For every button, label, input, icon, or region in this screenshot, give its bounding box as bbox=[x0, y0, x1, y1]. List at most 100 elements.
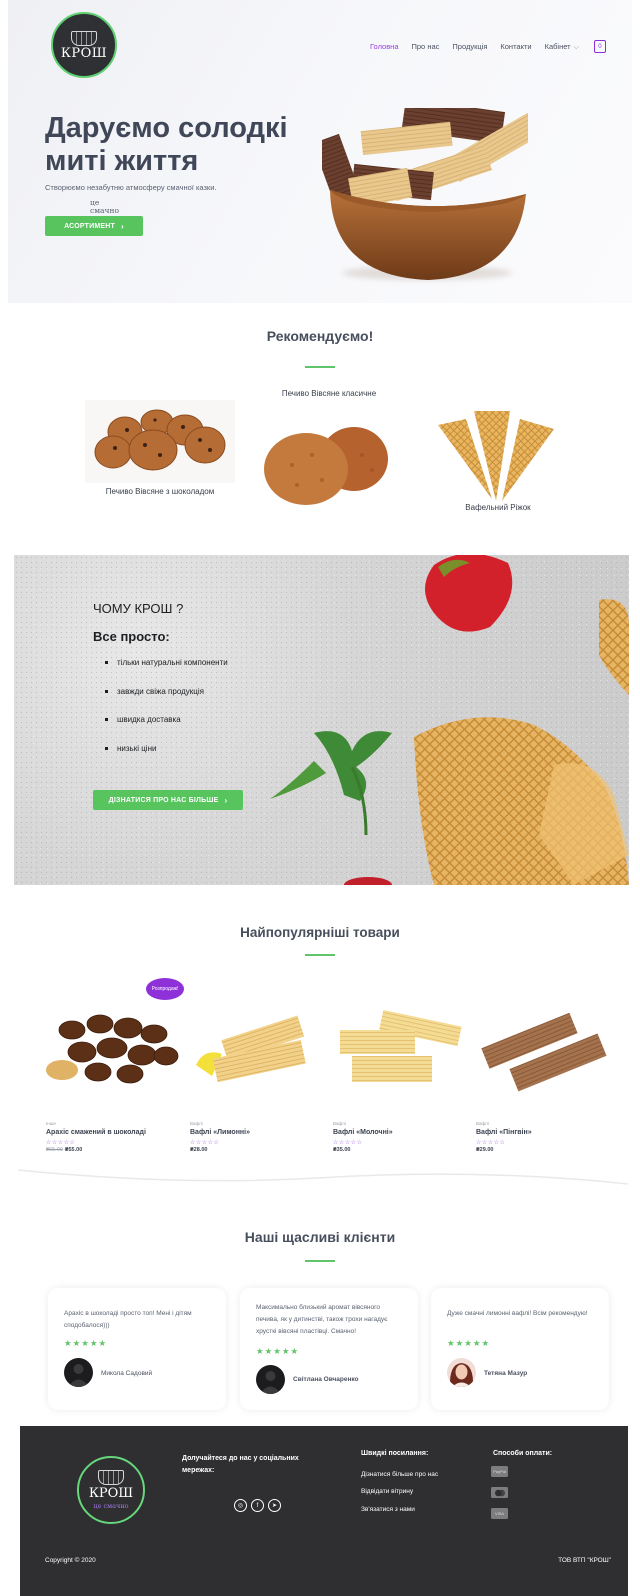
footer-logo[interactable]: КРОШ це смачно bbox=[77, 1456, 145, 1524]
visa-icon: VISA bbox=[491, 1508, 508, 1519]
user-photo-icon bbox=[449, 1363, 474, 1387]
why-section: ЧОМУ КРОШ ? Все просто: тільки натуральн… bbox=[14, 555, 629, 885]
mastercard-icon bbox=[491, 1487, 508, 1498]
review-card: Арахіс в шоколаді просто топ! Мені і діт… bbox=[48, 1288, 226, 1410]
list-item: низькі ціни bbox=[105, 741, 228, 770]
why-list: тільки натуральні компоненти завжди свіж… bbox=[105, 655, 228, 769]
product-category: Вафлі bbox=[190, 1121, 203, 1126]
recommended-title: Рекомендуємо! bbox=[266, 328, 374, 344]
product-rating: ☆☆☆☆☆ bbox=[333, 1140, 363, 1146]
nav-about[interactable]: Про нас bbox=[412, 42, 440, 51]
clients-title: Наші щасливі клієнти bbox=[244, 1229, 396, 1245]
avatar bbox=[64, 1358, 93, 1387]
logo-tagline: це смачно bbox=[93, 1502, 129, 1510]
lemon-wafers-image[interactable] bbox=[186, 1000, 326, 1115]
cart-count: 0 bbox=[598, 43, 602, 50]
product-sale-price: ₴55.00 bbox=[64, 1147, 83, 1153]
chevron-down-icon: ⌵ bbox=[573, 43, 579, 51]
product-name[interactable]: Вафлі «Молочні» bbox=[333, 1129, 473, 1136]
title-underline bbox=[305, 366, 335, 368]
section-divider-wave bbox=[18, 1169, 628, 1185]
footer-link-showcase[interactable]: Відвідати вітрину bbox=[361, 1488, 413, 1495]
review-card: Максимально близький аромат вівсяного пе… bbox=[240, 1288, 418, 1410]
nav-cabinet[interactable]: Кабінет ⌵ bbox=[545, 42, 579, 52]
recommended-item-label[interactable]: Вафельний Ріжок bbox=[438, 503, 558, 512]
product-price: ₴35.00 bbox=[333, 1147, 351, 1153]
facebook-icon[interactable]: f bbox=[251, 1499, 264, 1512]
product-category: Інше bbox=[46, 1121, 56, 1126]
nav-cabinet-label: Кабінет bbox=[544, 41, 571, 51]
sale-badge: Розпродаж! bbox=[146, 978, 184, 1000]
telegram-icon[interactable]: ➤ bbox=[268, 1499, 281, 1512]
assortment-button[interactable]: АСОРТИМЕНТ › bbox=[45, 216, 143, 236]
wafer-bowl-image bbox=[322, 108, 528, 280]
product-name[interactable]: Вафлі «Лимонні» bbox=[190, 1129, 330, 1136]
learn-more-button-label: ДІЗНАТИСЯ ПРО НАС БІЛЬШЕ bbox=[108, 796, 219, 804]
user-silhouette-icon bbox=[68, 1364, 89, 1387]
product-old-price: ₴65.00 bbox=[46, 1147, 63, 1153]
social-heading: Долучайтеся до нас у соціальних мережах: bbox=[182, 1455, 299, 1474]
peanuts-image[interactable] bbox=[42, 1000, 182, 1115]
reviewer-name: Світлана Овчаренко bbox=[293, 1376, 359, 1383]
paypal-icon: PayPal bbox=[491, 1466, 508, 1477]
product-price: ₴29.00 bbox=[476, 1147, 494, 1153]
recommended-item-label[interactable]: Печиво Вівсяне класичне bbox=[246, 389, 412, 398]
links-heading: Швидкі посилання: bbox=[361, 1450, 429, 1457]
review-rating: ★★★★★ bbox=[256, 1346, 300, 1356]
chevron-right-icon: › bbox=[121, 221, 124, 231]
avatar bbox=[447, 1358, 476, 1387]
review-card: Дуже смачні лимонні вафлі! Всім рекоменд… bbox=[431, 1288, 609, 1410]
logo-brand: КРОШ bbox=[60, 45, 108, 61]
user-silhouette-icon bbox=[260, 1371, 281, 1394]
why-title: ЧОМУ КРОШ ? bbox=[93, 601, 184, 616]
company-name: ТОВ ВТП "КРОШ" bbox=[558, 1557, 611, 1564]
title-underline bbox=[305, 954, 335, 956]
logo-tagline: це смачно bbox=[90, 198, 119, 215]
nav-contacts[interactable]: Контакти bbox=[500, 42, 531, 51]
product-card[interactable]: Вафлі Вафлі «Молочні» ☆☆☆☆☆ ₴35.00 bbox=[333, 1121, 473, 1153]
product-rating: ☆☆☆☆☆ bbox=[190, 1140, 220, 1146]
nav-products[interactable]: Продукція bbox=[452, 42, 487, 51]
footer-link-contact[interactable]: Зв'язатися з нами bbox=[361, 1506, 415, 1513]
product-category: Вафлі bbox=[476, 1121, 489, 1126]
list-item: тільки натуральні компоненти bbox=[105, 655, 228, 684]
social-links: ◎ f ➤ bbox=[234, 1499, 281, 1512]
product-name[interactable]: Арахіс смажений в шоколаді bbox=[46, 1129, 186, 1136]
title-underline bbox=[305, 1260, 335, 1262]
review-rating: ★★★★★ bbox=[447, 1338, 491, 1348]
chevron-right-icon: › bbox=[224, 795, 228, 805]
cookies-chocolate-image bbox=[94, 409, 226, 471]
list-item: швидка доставка bbox=[105, 712, 228, 741]
hero-subtitle: Створюємо незабутню атмосферу смачної ка… bbox=[45, 183, 217, 192]
avatar bbox=[256, 1365, 285, 1394]
basket-icon bbox=[71, 30, 97, 46]
cart-button[interactable]: 0 bbox=[593, 40, 606, 53]
assortment-button-label: АСОРТИМЕНТ bbox=[64, 222, 116, 230]
learn-more-button[interactable]: ДІЗНАТИСЯ ПРО НАС БІЛЬШЕ › bbox=[93, 790, 243, 810]
review-rating: ★★★★★ bbox=[64, 1338, 108, 1348]
product-card[interactable]: Інше Арахіс смажений в шоколаді ☆☆☆☆☆ ₴6… bbox=[46, 1121, 186, 1153]
cookies-classic-image bbox=[264, 427, 388, 505]
site-footer: КРОШ це смачно Долучайтеся до нас у соці… bbox=[20, 1426, 628, 1596]
mastercard-circles bbox=[494, 1489, 505, 1496]
reviewer-name: Микола Садовий bbox=[101, 1370, 153, 1377]
site-logo[interactable]: КРОШ це смачно bbox=[51, 12, 119, 214]
product-price: ₴28.00 bbox=[190, 1147, 208, 1153]
payment-heading: Способи оплати: bbox=[493, 1450, 553, 1457]
list-item: завжди свіжа продукція bbox=[105, 684, 228, 713]
basket-icon bbox=[98, 1470, 124, 1485]
milk-wafers-image[interactable] bbox=[330, 1000, 470, 1115]
review-text: Дуже смачні лимонні вафлі! Всім рекоменд… bbox=[447, 1310, 588, 1317]
instagram-icon[interactable]: ◎ bbox=[234, 1499, 247, 1512]
hero-section: КРОШ це смачно Головна Про нас Продукція… bbox=[8, 0, 632, 303]
product-price: ₴65.00 ₴55.00 bbox=[46, 1147, 186, 1153]
footer-link-about[interactable]: Дізнатися більше про нас bbox=[361, 1471, 438, 1478]
nav-home[interactable]: Головна bbox=[370, 42, 399, 51]
product-card[interactable]: Вафлі Вафлі «Пінгвін» ☆☆☆☆☆ ₴29.00 bbox=[476, 1121, 616, 1153]
popular-title: Найпопулярніші товари bbox=[240, 925, 400, 940]
why-subtitle: Все просто: bbox=[93, 629, 170, 644]
penguin-wafers-image[interactable] bbox=[474, 1000, 614, 1115]
product-name[interactable]: Вафлі «Пінгвін» bbox=[476, 1129, 616, 1136]
recommended-item-label[interactable]: Печиво Вівсяне з шоколадом bbox=[85, 487, 235, 496]
product-card[interactable]: Вафлі Вафлі «Лимонні» ☆☆☆☆☆ ₴28.00 bbox=[190, 1121, 330, 1153]
